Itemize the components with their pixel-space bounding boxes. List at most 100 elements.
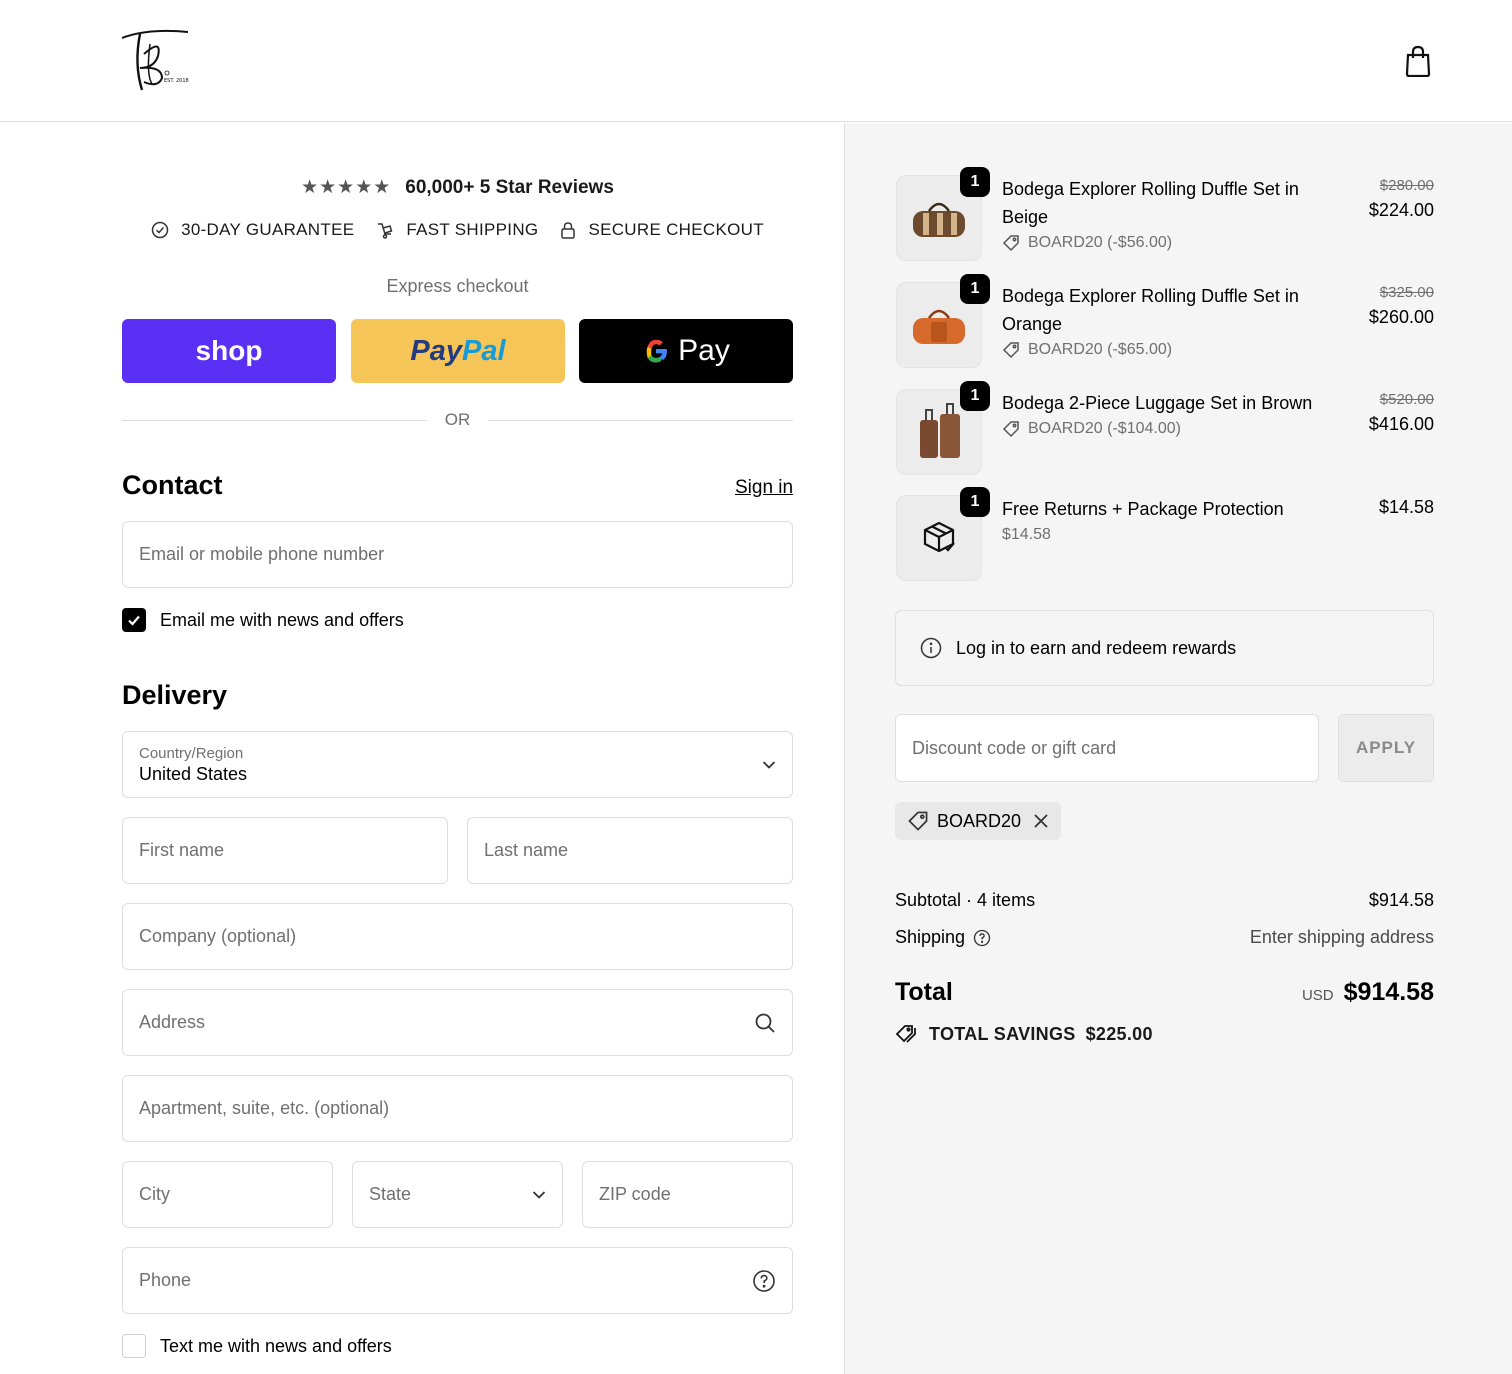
brand-logo[interactable]: EST. 2018 [118,24,194,96]
trust-label: 30-DAY GUARANTEE [181,220,355,239]
check-circle-icon [151,221,169,239]
header: EST. 2018 [0,0,1512,122]
google-g-icon [646,339,668,363]
cart-button[interactable] [1400,42,1436,80]
item-info: Bodega Explorer Rolling Duffle Set in Or… [1002,282,1342,362]
or-label: OR [444,410,471,429]
reviews-banner: ★★★★★ 60,000+ 5 Star Reviews [122,176,793,199]
quantity-badge: 1 [960,167,990,197]
phone-field[interactable]: Phone [122,1247,793,1314]
divider-line [488,419,793,421]
help-icon[interactable] [973,929,991,947]
shipping-label-wrap: Shipping [895,927,991,948]
total-value-wrap: USD $914.58 [1302,978,1434,1007]
text-news-label: Text me with news and offers [160,1335,392,1356]
shipping-label: Shipping [895,927,966,947]
shipping-icon [378,223,393,239]
original-price: $280.00 [1379,177,1434,194]
email-news-checkbox-row[interactable]: Email me with news and offers [122,608,404,632]
apartment-placeholder: Apartment, suite, etc. (optional) [139,1098,390,1118]
trust-label: FAST SHIPPING [406,220,539,239]
last-name-field[interactable]: Last name [467,817,793,884]
apartment-field[interactable]: Apartment, suite, etc. (optional) [122,1075,793,1142]
chevron-down-icon [762,760,776,769]
subtotal-value: $914.58 [1368,890,1434,910]
duffle-bag-beige-image [913,202,965,237]
close-icon[interactable] [1033,813,1049,829]
text-news-checkbox[interactable] [122,1334,146,1358]
cart-line-item: 1 Free Returns + Package Protection $14.… [896,487,1434,581]
item-price-block: $280.00 $224.00 [1369,177,1434,221]
lock-icon [561,222,576,239]
paypal-label-pal: Pal [462,334,506,367]
email-news-checkbox[interactable] [122,608,146,632]
discount-code-field[interactable]: Discount code or gift card [895,714,1319,782]
svg-text:EST. 2018: EST. 2018 [164,78,189,84]
sign-in-link[interactable]: Sign in [735,477,793,499]
item-info: Bodega Explorer Rolling Duffle Set in Be… [1002,175,1342,255]
item-discount: BOARD20 (-$65.00) [1002,338,1342,362]
item-info: Bodega 2-Piece Luggage Set in Brown BOAR… [1002,389,1342,441]
product-thumbnail: 1 [896,167,990,261]
country-label: Country/Region [139,744,244,762]
item-name: Bodega 2-Piece Luggage Set in Brown [1002,393,1313,413]
shopping-bag-icon [1405,45,1431,77]
shipping-value: Enter shipping address [1249,927,1434,947]
google-pay-label: Pay [678,334,730,367]
item-discount-code: BOARD20 (-$104.00) [1028,420,1181,437]
savings-tag-icon [895,1025,916,1043]
email-field[interactable]: Email or mobile phone number [122,521,793,588]
subtotal-row: Subtotal · 4 items $914.58 [895,890,1434,911]
shop-pay-label: shop [195,335,263,366]
luggage-set-brown-image [920,403,960,458]
google-pay-button[interactable]: Pay [579,319,793,383]
product-thumbnail: 1 [896,274,990,368]
subtotal-label: Subtotal · 4 items [895,890,1036,910]
item-info: Free Returns + Package Protection $14.58 [1002,495,1342,547]
search-icon[interactable] [754,1012,776,1034]
address-placeholder: Address [139,1012,206,1032]
reviews-text: 60,000+ 5 Star Reviews [405,176,614,198]
savings-label: TOTAL SAVINGS [929,1023,1076,1044]
tag-icon [1002,235,1019,252]
tag-icon [1002,421,1019,438]
trust-label: SECURE CHECKOUT [588,220,764,239]
package-protection-icon [923,521,955,553]
applied-code-label: BOARD20 [937,810,1022,831]
city-field[interactable]: City [122,1161,333,1228]
first-name-field[interactable]: First name [122,817,448,884]
zip-placeholder: ZIP code [599,1184,671,1204]
first-name-placeholder: First name [139,840,225,860]
info-icon [920,637,942,659]
item-name: Bodega Explorer Rolling Duffle Set in Or… [1002,286,1299,334]
help-icon[interactable] [752,1269,776,1293]
city-placeholder: City [139,1184,170,1204]
item-name: Free Returns + Package Protection [1002,499,1284,519]
rewards-text: Log in to earn and redeem rewards [956,637,1237,658]
last-name-placeholder: Last name [484,840,569,860]
quantity-badge: 1 [960,274,990,304]
item-discount: BOARD20 (-$104.00) [1002,417,1342,441]
trust-guarantee: 30-DAY GUARANTEE [151,220,354,240]
text-news-checkbox-row[interactable]: Text me with news and offers [122,1334,392,1358]
express-checkout-title: Express checkout [386,276,529,296]
item-discount: BOARD20 (-$56.00) [1002,231,1342,255]
paypal-button[interactable]: Pay Pal [351,319,565,383]
company-placeholder: Company (optional) [139,926,297,946]
apply-button[interactable]: APPLY [1338,714,1434,782]
state-select[interactable]: State [352,1161,563,1228]
email-placeholder: Email or mobile phone number [139,544,385,564]
rewards-login-banner[interactable]: Log in to earn and redeem rewards [895,610,1434,686]
check-icon [128,615,140,626]
item-price-block: $14.58 [1379,497,1434,518]
item-price-block: $520.00 $416.00 [1369,391,1434,435]
shop-pay-button[interactable]: shop [122,319,336,383]
country-select[interactable]: Country/Region United States [122,731,793,798]
total-savings: TOTAL SAVINGS $225.00 [895,1023,1153,1045]
company-field[interactable]: Company (optional) [122,903,793,970]
cart-line-item: 1 Bodega 2-Piece Luggage Set in Brown BO… [896,381,1434,475]
country-value: United States [139,763,248,784]
zip-field[interactable]: ZIP code [582,1161,793,1228]
trust-secure: SECURE CHECKOUT [560,220,764,240]
address-field[interactable]: Address [122,989,793,1056]
